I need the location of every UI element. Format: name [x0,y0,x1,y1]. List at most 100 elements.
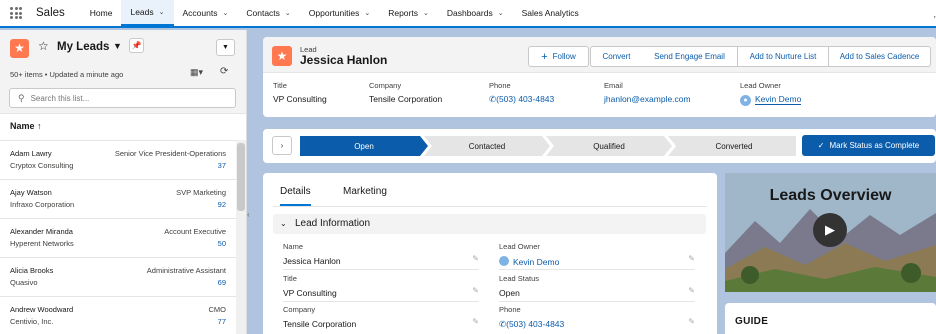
nav-tab-opportunities[interactable]: Opportunities ⌄ [300,0,379,27]
pencil-icon[interactable]: ✎ [472,254,479,263]
nav-tab-accounts[interactable]: Accounts ⌄ [174,0,238,27]
add-to-nurture-list-button[interactable]: Add to Nurture List [737,46,829,67]
email-link[interactable]: jhanlon@example.com [604,94,691,104]
pencil-icon[interactable]: ✎ [472,286,479,295]
pencil-icon[interactable]: ✎ [688,286,695,295]
field-label: Company [283,305,316,314]
list-item-count: 69 [217,278,226,287]
convert-button[interactable]: Convert [590,46,643,67]
list-item[interactable]: Alicia Brooks Quasivo Administrative Ass… [0,257,236,296]
pencil-icon[interactable]: ✎ [472,317,479,326]
phone-link[interactable]: ✆(503) 403-4843 [489,94,554,105]
list-item[interactable]: Alexander Miranda Hyperent Networks Acco… [0,218,236,257]
nav-tab-leads[interactable]: Leads ⌄ [121,0,174,27]
list-item-title: Administrative Assistant [146,266,226,275]
field-value: VP Consulting [283,288,337,298]
list-search-field[interactable]: ⚲ [9,88,236,108]
path-stages: Open Contacted Qualified Converted [300,136,796,156]
chevron-down-icon[interactable]: ⌄ [423,9,429,17]
lead-list: Adam Lawry Cryptox Consulting Senior Vic… [0,140,236,334]
nav-tab-label: Reports [388,8,418,18]
nav-tab-sales-analytics[interactable]: Sales Analytics [513,0,588,27]
field-value: Open [499,288,520,298]
nav-tab-reports[interactable]: Reports ⌄ [379,0,438,27]
collapse-panel-icon[interactable]: ‹ [247,210,250,219]
phone-link[interactable]: ✆(503) 403-4843 [499,319,695,330]
list-view-panel: ★ ☆ My Leads ▼ 📌 ▼ 50+ items • Updated a… [0,30,247,334]
path-stage-label: Converted [716,142,753,151]
list-search-input[interactable] [30,93,211,103]
nav-tab-home[interactable]: Home [81,0,122,27]
top-navigation-bar: Sales Home Leads ⌄ Accounts ⌄ Contacts ⌄ Op… [0,0,936,28]
list-item-name: Alicia Brooks [10,266,54,275]
list-item[interactable]: Andrew Woodward Centivio, Inc. CMO 77 [0,296,236,334]
chevron-down-icon[interactable]: ⌄ [498,9,504,17]
highlight-company: Company Tensile Corporation [369,81,442,104]
sort-label: Name [10,121,35,131]
list-view-title[interactable]: My Leads [57,41,109,53]
field-label: Lead Owner [740,81,781,90]
record-name: Jessica Hanlon [300,53,388,67]
tab-marketing[interactable]: Marketing [343,186,387,197]
chevron-down-icon[interactable]: ⌄ [364,9,370,17]
field-label: Title [273,81,287,90]
user-avatar-icon [499,256,509,266]
change-owner-icon[interactable]: ✎ [688,254,695,263]
phone-value: (503) 403-4843 [496,94,555,104]
nav-tab-dashboards[interactable]: Dashboards ⌄ [438,0,513,27]
nav-tab-label: Accounts [182,8,218,18]
add-to-sales-cadence-button[interactable]: Add to Sales Cadence [828,46,931,67]
section-lead-information[interactable]: ⌄ Lead Information [273,214,706,234]
guide-title: GUIDE [735,316,769,327]
field-title: Title VP Consulting ✎ [283,274,479,302]
refresh-icon[interactable]: ⟳ [220,66,228,77]
chevron-down-icon: ⌄ [280,219,287,228]
chevron-down-icon[interactable]: ⌄ [159,8,165,16]
follow-button[interactable]: + Follow [528,46,589,67]
path-expand-icon[interactable]: › [272,136,292,155]
owner-link[interactable]: Kevin Demo [499,256,695,267]
highlight-owner: Lead Owner ● Kevin Demo [740,81,802,106]
list-view-dropdown-icon[interactable]: ▼ [113,41,122,51]
field-label: Title [283,274,297,283]
list-scrollbar-thumb[interactable] [237,143,245,211]
chevron-down-icon[interactable]: ⌄ [222,9,228,17]
user-avatar-icon: ● [740,95,751,106]
list-item[interactable]: Ajay Watson Infraxo Corporation SVP Mark… [0,179,236,218]
owner-link[interactable]: ● Kevin Demo [740,94,802,106]
sort-by-name[interactable]: Name ↑ [10,121,42,131]
tab-details[interactable]: Details [280,186,311,206]
convert-label: Convert [602,52,631,61]
path-stage-label: Open [354,142,374,151]
field-name: Name Jessica Hanlon ✎ [283,242,479,270]
list-actions-menu-icon[interactable]: ▼ [216,39,235,56]
list-item-company: Hyperent Networks [10,239,74,248]
field-label: Email [604,81,623,90]
play-icon[interactable]: ▶ [813,213,847,247]
nav-tab-contacts[interactable]: Contacts ⌄ [237,0,299,27]
display-as-icon[interactable]: ▦▾ [190,67,203,78]
send-engage-email-button[interactable]: Send Engage Email [642,46,738,67]
field-label: Lead Status [499,274,540,283]
guide-card: GUIDE [725,303,936,334]
pin-icon[interactable]: 📌 [129,38,144,53]
phone-value: (503) 403-4843 [506,319,565,329]
video-title: Leads Overview [769,187,892,204]
list-item-title: Senior Vice President-Operations [114,149,226,158]
app-launcher-icon[interactable] [10,7,22,19]
pencil-icon[interactable]: ✎ [688,317,695,326]
chevron-down-icon[interactable]: ⌄ [285,9,291,17]
list-item[interactable]: Adam Lawry Cryptox Consulting Senior Vic… [0,140,236,179]
field-lead-status: Lead Status Open ✎ [499,274,695,302]
list-view-header: ★ ☆ My Leads ▼ 📌 ▼ 50+ items • Updated a… [0,30,246,114]
mark-status-complete-button[interactable]: ✓ Mark Status as Complete [802,135,935,156]
field-value: VP Consulting [273,94,327,104]
nav-tab-label: Sales Analytics [521,8,579,18]
list-item-name: Andrew Woodward [10,305,74,314]
list-item-title: SVP Marketing [176,188,226,197]
path-stage-label: Contacted [469,142,505,151]
field-divider [283,301,479,302]
leads-overview-video[interactable]: Leads Overview ▶ [725,173,936,292]
follow-label: Follow [552,52,576,61]
favorite-star-icon[interactable]: ☆ [38,39,49,53]
